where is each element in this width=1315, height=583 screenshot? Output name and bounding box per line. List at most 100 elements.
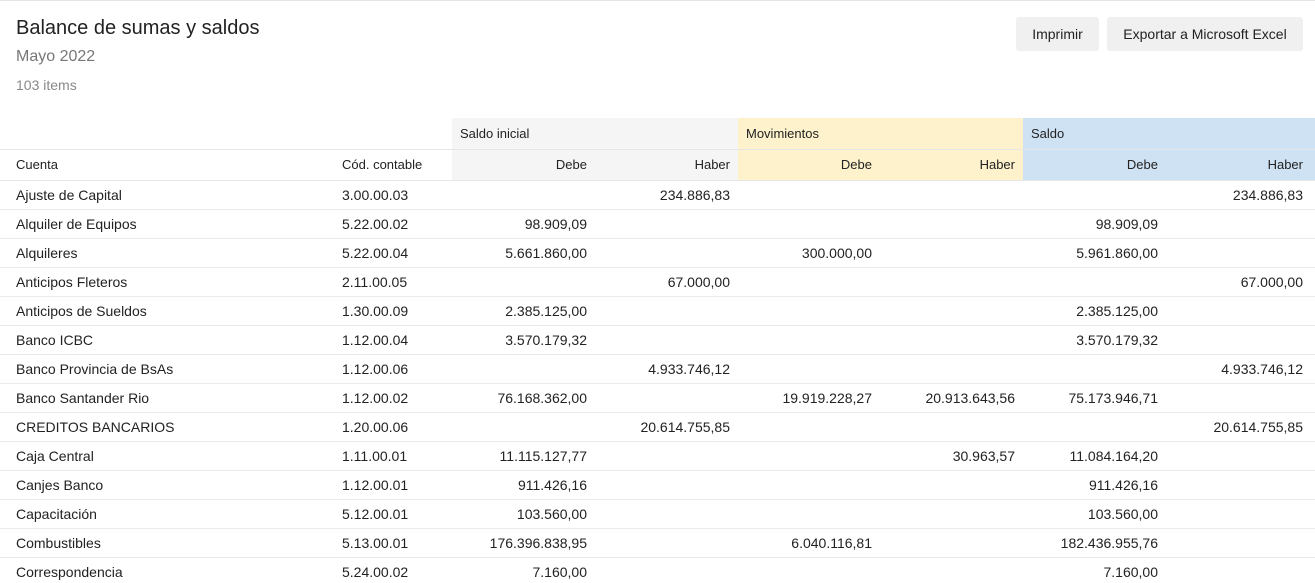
print-button[interactable]: Imprimir — [1016, 17, 1099, 51]
cell-si-haber — [595, 441, 738, 471]
cell-si-haber — [595, 383, 738, 413]
table-row[interactable]: Anticipos de Sueldos 1.30.00.09 2.385.125,… — [0, 296, 1315, 326]
cell-saldo-haber — [1166, 441, 1315, 471]
cell-mov-haber — [880, 528, 1023, 558]
cell-mov-haber: 30.963,57 — [880, 441, 1023, 471]
table-row[interactable]: Capacitación 5.12.00.01 103.560,00 103.560,… — [0, 499, 1315, 529]
table-row[interactable]: Banco ICBC 1.12.00.04 3.570.179,32 3.570.17… — [0, 325, 1315, 355]
cell-si-debe — [452, 412, 595, 442]
cell-cuenta: Banco Santander Rio — [0, 383, 334, 413]
column-header-saldo-debe[interactable]: Debe — [1023, 148, 1166, 181]
cell-saldo-debe: 2.385.125,00 — [1023, 296, 1166, 326]
cell-cuenta: Caja Central — [0, 441, 334, 471]
cell-saldo-debe: 911.426,16 — [1023, 470, 1166, 500]
cell-mov-haber — [880, 296, 1023, 326]
cell-si-debe: 5.661.860,00 — [452, 238, 595, 268]
cell-saldo-debe: 182.436.955,76 — [1023, 528, 1166, 558]
cell-si-debe: 76.168.362,00 — [452, 383, 595, 413]
cell-codigo: 5.24.00.02 — [334, 557, 452, 583]
cell-si-debe — [452, 267, 595, 297]
cell-mov-haber — [880, 267, 1023, 297]
cell-cuenta: Combustibles — [0, 528, 334, 558]
column-header-si-debe[interactable]: Debe — [452, 148, 595, 181]
table-row[interactable]: Alquiler de Equipos 5.22.00.02 98.909,09 98… — [0, 209, 1315, 239]
cell-saldo-debe: 5.961.860,00 — [1023, 238, 1166, 268]
column-header-cuenta[interactable]: Cuenta — [0, 148, 334, 181]
column-header-mov-haber[interactable]: Haber — [880, 148, 1023, 181]
cell-mov-haber — [880, 470, 1023, 500]
cell-si-haber — [595, 325, 738, 355]
cell-mov-haber — [880, 499, 1023, 529]
table-row[interactable]: Caja Central 1.11.00.01 11.115.127,77 30.96… — [0, 441, 1315, 471]
column-header-row: Cuenta Cód. contable Debe Haber Debe Hab… — [0, 148, 1315, 181]
cell-codigo: 1.12.00.06 — [334, 354, 452, 384]
cell-mov-haber — [880, 238, 1023, 268]
cell-saldo-debe: 3.570.179,32 — [1023, 325, 1166, 355]
column-header-mov-debe[interactable]: Debe — [738, 148, 880, 181]
cell-saldo-debe — [1023, 354, 1166, 384]
table-row[interactable]: Anticipos Fleteros 2.11.00.05 67.000,00 67.… — [0, 267, 1315, 297]
cell-mov-debe — [738, 267, 880, 297]
cell-cuenta: Alquiler de Equipos — [0, 209, 334, 239]
cell-mov-debe — [738, 441, 880, 471]
column-header-si-haber[interactable]: Haber — [595, 148, 738, 181]
cell-cuenta: Banco Provincia de BsAs — [0, 354, 334, 384]
cell-saldo-haber — [1166, 238, 1315, 268]
items-count: 103 items — [16, 77, 77, 93]
cell-codigo: 1.30.00.09 — [334, 296, 452, 326]
cell-saldo-haber: 234.886,83 — [1166, 180, 1315, 210]
cell-mov-debe — [738, 412, 880, 442]
cell-si-debe: 103.560,00 — [452, 499, 595, 529]
column-header-codigo[interactable]: Cód. contable — [334, 148, 452, 181]
cell-mov-haber — [880, 209, 1023, 239]
cell-saldo-debe — [1023, 180, 1166, 210]
group-movimientos: Movimientos — [738, 118, 1023, 149]
cell-si-debe: 176.396.838,95 — [452, 528, 595, 558]
cell-codigo: 2.11.00.05 — [334, 267, 452, 297]
cell-saldo-debe — [1023, 412, 1166, 442]
table-row[interactable]: CREDITOS BANCARIOS 1.20.00.06 20.614.755,8… — [0, 412, 1315, 442]
cell-saldo-haber — [1166, 470, 1315, 500]
cell-saldo-debe: 103.560,00 — [1023, 499, 1166, 529]
cell-mov-debe — [738, 470, 880, 500]
cell-mov-debe — [738, 325, 880, 355]
cell-saldo-debe — [1023, 267, 1166, 297]
cell-mov-haber — [880, 557, 1023, 583]
cell-si-debe: 98.909,09 — [452, 209, 595, 239]
cell-cuenta: Alquileres — [0, 238, 334, 268]
page-header: Balance de sumas y saldos Mayo 2022 103 … — [0, 1, 1315, 118]
page-title: Balance de sumas y saldos — [16, 17, 260, 39]
cell-saldo-haber — [1166, 528, 1315, 558]
table-row[interactable]: Canjes Banco 1.12.00.01 911.426,16 911.426,… — [0, 470, 1315, 500]
cell-mov-haber: 20.913.643,56 — [880, 383, 1023, 413]
export-excel-button[interactable]: Exportar a Microsoft Excel — [1107, 17, 1303, 51]
cell-codigo: 1.12.00.01 — [334, 470, 452, 500]
cell-si-debe: 911.426,16 — [452, 470, 595, 500]
cell-si-debe: 11.115.127,77 — [452, 441, 595, 471]
table-row[interactable]: Correspondencia 5.24.00.02 7.160,00 7.160,0… — [0, 557, 1315, 583]
cell-cuenta: Capacitación — [0, 499, 334, 529]
cell-saldo-haber — [1166, 499, 1315, 529]
cell-saldo-haber: 20.614.755,85 — [1166, 412, 1315, 442]
cell-si-haber — [595, 296, 738, 326]
table-row[interactable]: Banco Provincia de BsAs 1.12.00.06 4.933.7… — [0, 354, 1315, 384]
cell-saldo-haber — [1166, 383, 1315, 413]
cell-mov-debe: 19.919.228,27 — [738, 383, 880, 413]
table-body: Ajuste de Capital 3.00.00.03 234.886,83 234… — [0, 180, 1315, 583]
cell-si-haber — [595, 528, 738, 558]
cell-saldo-haber — [1166, 557, 1315, 583]
cell-mov-haber — [880, 412, 1023, 442]
cell-saldo-haber — [1166, 296, 1315, 326]
cell-codigo: 5.12.00.01 — [334, 499, 452, 529]
table-row[interactable]: Banco Santander Rio 1.12.00.02 76.168.362,… — [0, 383, 1315, 413]
table-row[interactable]: Alquileres 5.22.00.04 5.661.860,00 300.000,… — [0, 238, 1315, 268]
table-row[interactable]: Combustibles 5.13.00.01 176.396.838,95 6.04… — [0, 528, 1315, 558]
cell-cuenta: Canjes Banco — [0, 470, 334, 500]
cell-si-haber — [595, 470, 738, 500]
column-header-saldo-haber[interactable]: Haber — [1166, 148, 1315, 181]
cell-codigo: 5.13.00.01 — [334, 528, 452, 558]
table-row[interactable]: Ajuste de Capital 3.00.00.03 234.886,83 234… — [0, 180, 1315, 210]
cell-si-haber: 67.000,00 — [595, 267, 738, 297]
cell-saldo-debe: 7.160,00 — [1023, 557, 1166, 583]
cell-codigo: 1.11.00.01 — [334, 441, 452, 471]
